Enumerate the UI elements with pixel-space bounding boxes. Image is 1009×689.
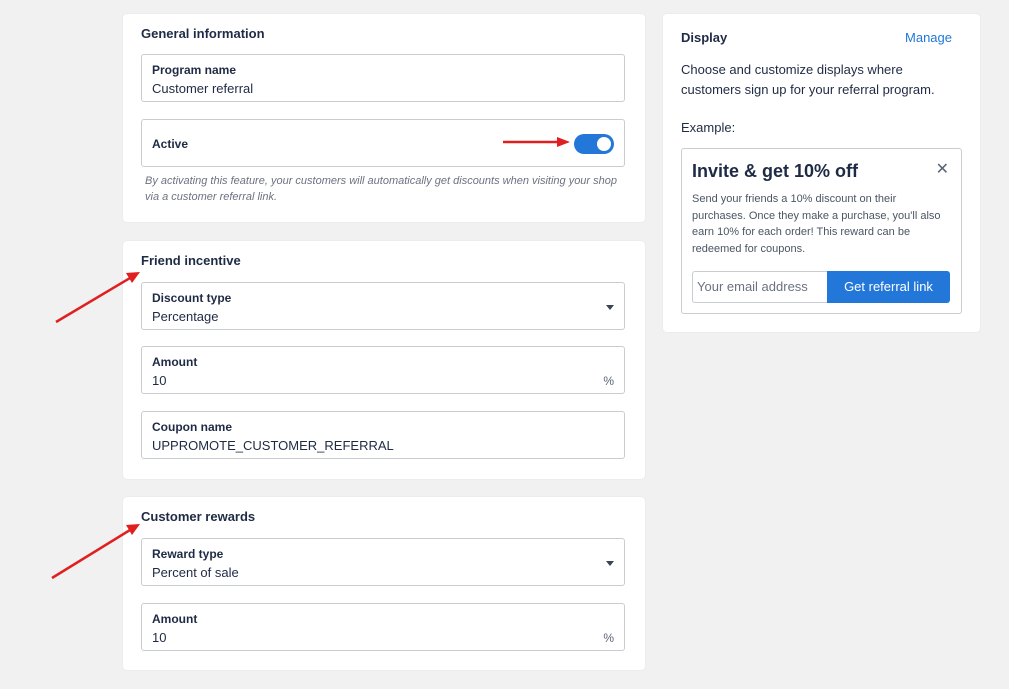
chevron-down-icon [606,561,614,566]
percent-suffix: % [603,374,614,388]
close-icon[interactable]: ✕ [936,159,949,179]
customer-amount-label: Amount [152,612,198,626]
toggle-knob [597,137,611,151]
active-field: Active [141,119,625,167]
friend-incentive-title: Friend incentive [141,253,241,268]
preview-body: Send your friends a 10% discount on thei… [692,193,941,255]
customer-amount-value: 10 [152,630,167,645]
referral-popup-preview: Invite & get 10% off ✕ Send your friends… [681,148,962,314]
program-name-field[interactable]: Program name Customer referral [141,54,625,102]
customer-rewards-card: Customer rewards Reward type Percent of … [123,497,645,670]
coupon-name-field[interactable]: Coupon name UPPROMOTE_CUSTOMER_REFERRAL [141,411,625,459]
general-information-title: General information [141,26,265,41]
general-information-card: General information Program name Custome… [123,14,645,222]
coupon-name-value: UPPROMOTE_CUSTOMER_REFERRAL [152,438,394,453]
get-referral-link-button[interactable]: Get referral link [827,271,950,303]
preview-title: Invite & get 10% off [692,161,859,181]
active-label: Active [152,137,189,151]
active-toggle[interactable] [574,134,614,154]
customer-amount-field[interactable]: Amount 10 % [141,603,625,651]
discount-type-label: Discount type [152,291,232,305]
percent-suffix: % [603,631,614,645]
display-description: Choose and customize displays where cust… [681,62,935,97]
reward-type-value: Percent of sale [152,565,239,580]
manage-link[interactable]: Manage [905,30,952,45]
friend-amount-label: Amount [152,355,198,369]
email-input[interactable]: Your email address [692,271,827,303]
display-title: Display [681,30,728,45]
friend-amount-field[interactable]: Amount 10 % [141,346,625,394]
example-label: Example: [681,120,736,135]
program-name-label: Program name [152,63,237,77]
customer-rewards-title: Customer rewards [141,509,256,524]
active-helper-text: By activating this feature, your custome… [145,175,617,203]
display-card: Display Manage Choose and customize disp… [663,14,980,332]
coupon-name-label: Coupon name [152,420,232,434]
discount-type-value: Percentage [152,309,219,324]
friend-incentive-card: Friend incentive Discount type Percentag… [123,241,645,479]
discount-type-select[interactable]: Discount type Percentage [141,282,625,330]
chevron-down-icon [606,305,614,310]
program-name-value: Customer referral [152,81,254,96]
reward-type-select[interactable]: Reward type Percent of sale [141,538,625,586]
friend-amount-value: 10 [152,373,167,388]
reward-type-label: Reward type [152,547,224,561]
